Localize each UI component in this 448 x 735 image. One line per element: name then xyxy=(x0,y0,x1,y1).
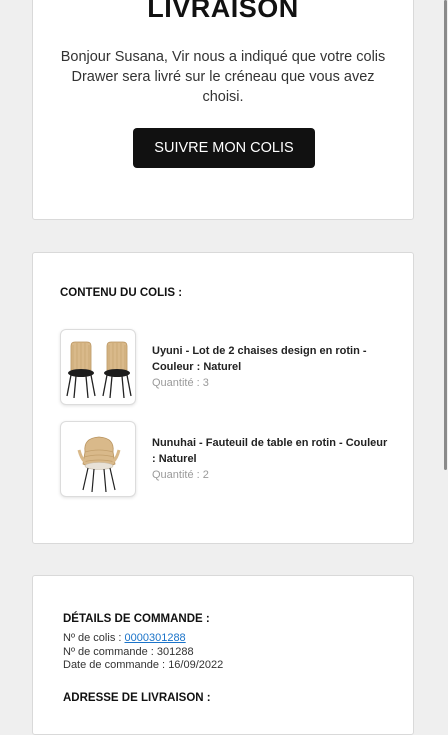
order-number-label: Nº de commande : xyxy=(63,645,154,658)
product-name: Nunuhai - Fauteuil de table en rotin - C… xyxy=(152,437,388,465)
order-details-card: DÉTAILS DE COMMANDE : Nº de colis : 0000… xyxy=(32,575,414,735)
product-item: Uyuni - Lot de 2 chaises design en rotin… xyxy=(60,329,393,409)
scrollbar[interactable] xyxy=(444,0,447,470)
quantity-label: Quantité : xyxy=(152,377,200,389)
track-parcel-button[interactable]: SUIVRE MON COLIS xyxy=(133,128,315,168)
quantity-value: 3 xyxy=(202,377,209,389)
order-details-title: DÉTAILS DE COMMANDE : xyxy=(63,613,210,625)
rattan-armchair-icon[interactable] xyxy=(60,421,136,497)
delivery-banner-card: LIVRAISON Bonjour Susana, Vir nous a ind… xyxy=(32,0,414,220)
product-quantity: Quantité :2 xyxy=(152,467,393,483)
product-name: Uyuni - Lot de 2 chaises design en rotin… xyxy=(152,345,367,373)
parcel-number-link[interactable]: 0000301288 xyxy=(125,632,186,644)
parcel-contents-card: CONTENU DU COLIS : Uyuni - Lot de 2 chai… xyxy=(32,252,414,544)
delivery-address-title: ADRESSE DE LIVRAISON : xyxy=(63,692,211,704)
order-number-value: 301288 xyxy=(156,645,194,658)
order-date-row: Date de commande : 16/09/2022 xyxy=(63,659,223,673)
order-date-value: 16/09/2022 xyxy=(168,659,224,671)
product-quantity: Quantité :3 xyxy=(152,375,393,391)
product-info: Nunuhai - Fauteuil de table en rotin - C… xyxy=(152,435,393,483)
order-details-lines: Nº de colis : 0000301288 Nº de commande … xyxy=(63,632,223,673)
greeting-text: Bonjour Susana, Vir nous a indiqué que v… xyxy=(60,49,386,105)
headline: LIVRAISON xyxy=(147,0,299,23)
parcel-number-row: Nº de colis : 0000301288 xyxy=(63,632,223,646)
parcel-contents-title: CONTENU DU COLIS : xyxy=(60,287,183,299)
order-date-label: Date de commande : xyxy=(63,659,166,671)
product-item: Nunuhai - Fauteuil de table en rotin - C… xyxy=(60,421,393,501)
order-number-row: Nº de commande : 301288 xyxy=(63,646,223,660)
product-info: Uyuni - Lot de 2 chaises design en rotin… xyxy=(152,343,393,391)
rattan-chairs-pair-icon[interactable] xyxy=(60,329,136,405)
quantity-value: 2 xyxy=(202,469,209,481)
parcel-number-label: Nº de colis : xyxy=(63,632,122,644)
quantity-label: Quantité : xyxy=(152,469,200,481)
